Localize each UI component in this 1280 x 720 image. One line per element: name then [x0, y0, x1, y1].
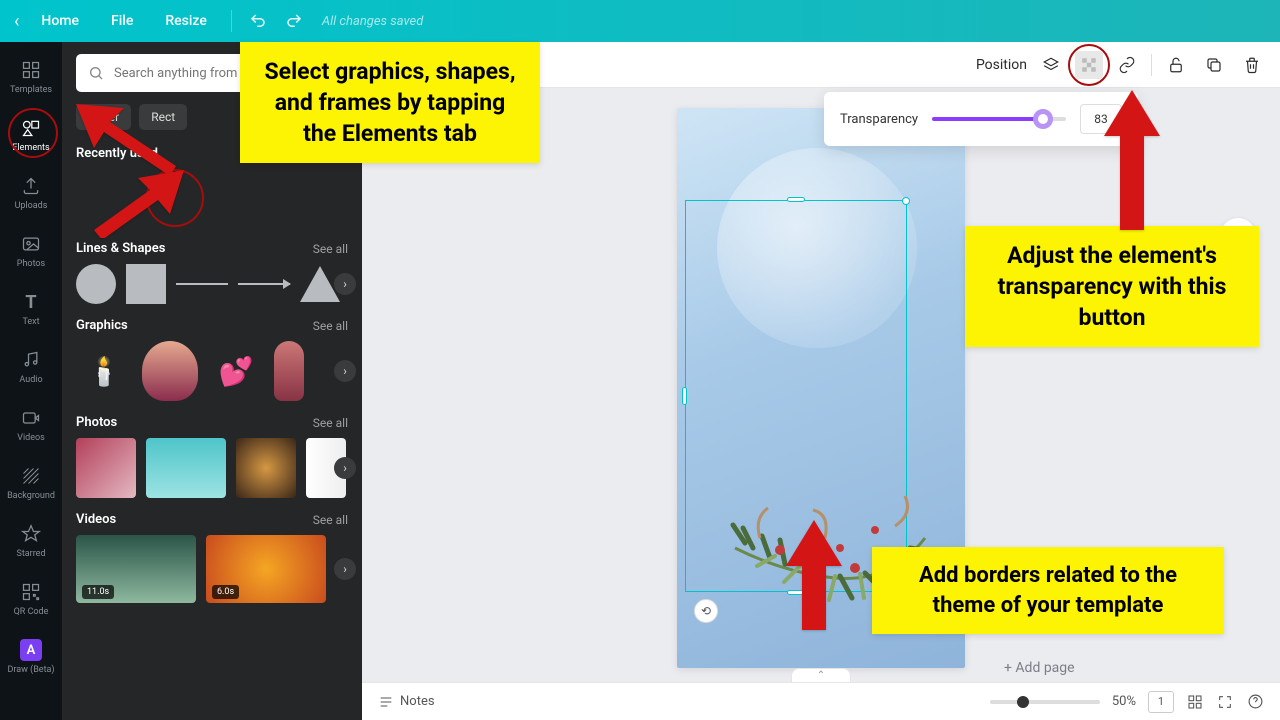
- menu-resize[interactable]: Resize: [151, 7, 221, 35]
- save-status: All changes saved: [322, 14, 423, 29]
- video-item[interactable]: 6.0s: [206, 535, 326, 603]
- transparency-icon[interactable]: [1075, 51, 1103, 79]
- see-all-link[interactable]: See all: [313, 513, 348, 527]
- callout-transparency: Adjust the element's transparency with t…: [965, 226, 1259, 347]
- tab-draw[interactable]: ADraw (Beta): [0, 628, 62, 686]
- background-icon: [20, 465, 42, 487]
- tab-videos[interactable]: Videos: [0, 396, 62, 454]
- resize-handle[interactable]: [787, 197, 805, 202]
- star-icon: [20, 523, 42, 545]
- see-all-link[interactable]: See all: [313, 319, 348, 333]
- video-duration: 11.0s: [82, 585, 114, 599]
- pages-drawer-handle[interactable]: ⌃: [791, 668, 851, 682]
- shape-circle[interactable]: [76, 264, 116, 304]
- zoom-value[interactable]: 50%: [1112, 694, 1136, 709]
- text-icon: T: [20, 291, 42, 313]
- qrcode-icon: [20, 581, 42, 603]
- draw-icon: A: [20, 639, 42, 661]
- fullscreen-icon[interactable]: [1216, 693, 1234, 711]
- tab-templates[interactable]: Templates: [0, 48, 62, 106]
- divider: [1151, 54, 1152, 76]
- elements-icon: [20, 117, 42, 139]
- callout-elements: Select graphics, shapes, and frames by t…: [240, 42, 540, 163]
- help-icon[interactable]: [1246, 693, 1264, 711]
- shape-arrow[interactable]: [238, 283, 290, 285]
- slider-knob[interactable]: [1033, 109, 1053, 129]
- lock-icon[interactable]: [1162, 51, 1190, 79]
- section-videos: VideosSee all 11.0s 6.0s ›: [76, 512, 348, 603]
- section-graphics: GraphicsSee all 🕯️ 💕 ›: [76, 318, 348, 401]
- tab-photos[interactable]: Photos: [0, 222, 62, 280]
- section-photos: PhotosSee all ›: [76, 415, 348, 498]
- uploads-icon: [20, 175, 42, 197]
- page-count[interactable]: 1: [1148, 691, 1174, 713]
- section-title: Lines & Shapes: [76, 241, 165, 256]
- tab-qrcode[interactable]: QR Code: [0, 570, 62, 628]
- arrow-annotation: [786, 520, 842, 634]
- photo-item[interactable]: [146, 438, 226, 498]
- resize-handle[interactable]: [902, 197, 910, 205]
- audio-icon: [20, 349, 42, 371]
- callout-borders: Add borders related to the theme of your…: [872, 547, 1224, 634]
- menu-file[interactable]: File: [97, 7, 147, 35]
- more-icon[interactable]: ›: [334, 457, 356, 479]
- section-lines-shapes: Lines & ShapesSee all ›: [76, 241, 348, 304]
- shape-line[interactable]: [176, 283, 228, 285]
- transparency-label: Transparency: [840, 112, 918, 127]
- section-title: Graphics: [76, 318, 128, 333]
- photo-item[interactable]: [236, 438, 296, 498]
- redo-icon[interactable]: [284, 11, 304, 31]
- video-duration: 6.0s: [212, 585, 239, 599]
- rotate-handle[interactable]: ⟲: [694, 599, 718, 623]
- grid-view-icon[interactable]: [1186, 693, 1204, 711]
- transparency-popover: Transparency 83: [824, 92, 1138, 146]
- arrow-annotation: [88, 160, 184, 242]
- tab-elements[interactable]: Elements: [0, 106, 62, 164]
- transparency-slider[interactable]: [932, 117, 1066, 121]
- duplicate-icon[interactable]: [1200, 51, 1228, 79]
- notes-button[interactable]: Notes: [378, 694, 435, 710]
- section-title: Photos: [76, 415, 117, 430]
- photos-icon: [20, 233, 42, 255]
- tab-audio[interactable]: Audio: [0, 338, 62, 396]
- shape-square[interactable]: [126, 264, 166, 304]
- undo-icon[interactable]: [248, 11, 268, 31]
- tab-starred[interactable]: Starred: [0, 512, 62, 570]
- more-icon[interactable]: ›: [334, 558, 356, 580]
- arrow-annotation: [1104, 90, 1160, 234]
- layers-icon[interactable]: [1037, 51, 1065, 79]
- bottom-bar: Notes 50% 1: [362, 682, 1280, 720]
- back-icon[interactable]: ‹: [14, 11, 19, 32]
- graphic-item[interactable]: [142, 341, 198, 401]
- divider: [231, 10, 232, 32]
- videos-icon: [20, 407, 42, 429]
- position-button[interactable]: Position: [976, 57, 1027, 73]
- more-icon[interactable]: ›: [334, 273, 356, 295]
- slider-knob[interactable]: [1017, 696, 1029, 708]
- section-title: Videos: [76, 512, 116, 527]
- resize-handle[interactable]: [682, 387, 687, 405]
- graphic-item[interactable]: [274, 341, 304, 401]
- templates-icon: [20, 59, 42, 81]
- photo-item[interactable]: [76, 438, 136, 498]
- tab-text[interactable]: TText: [0, 280, 62, 338]
- video-item[interactable]: 11.0s: [76, 535, 196, 603]
- graphic-item[interactable]: 🕯️: [76, 341, 132, 401]
- graphic-item[interactable]: 💕: [208, 341, 264, 401]
- side-nav: Templates Elements Uploads Photos TText …: [0, 42, 62, 720]
- more-icon[interactable]: ›: [334, 360, 356, 382]
- menu-home[interactable]: Home: [27, 7, 93, 35]
- see-all-link[interactable]: See all: [313, 416, 348, 430]
- add-page-button[interactable]: + Add page: [1004, 660, 1075, 676]
- zoom-slider[interactable]: [990, 700, 1100, 704]
- see-all-link[interactable]: See all: [313, 242, 348, 256]
- tab-background[interactable]: Background: [0, 454, 62, 512]
- search-icon: [88, 65, 104, 81]
- link-icon[interactable]: [1113, 51, 1141, 79]
- delete-icon[interactable]: [1238, 51, 1266, 79]
- tab-uploads[interactable]: Uploads: [0, 164, 62, 222]
